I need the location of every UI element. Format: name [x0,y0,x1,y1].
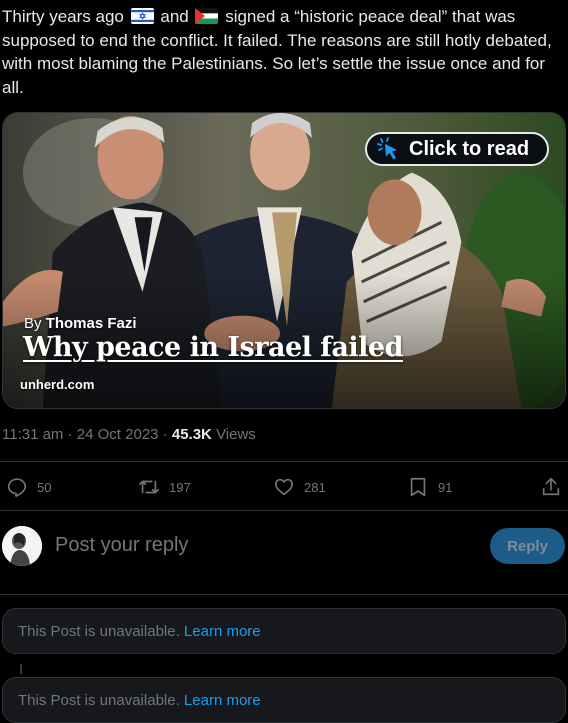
share-icon [542,477,560,496]
link-card[interactable]: Click to read By Thomas Fazi Why peace i… [2,112,566,409]
byline-prefix: By [24,315,42,332]
post-text-part: Thirty years ago [2,7,124,26]
share-action-button[interactable] [540,472,568,502]
post-time[interactable]: 11:31 am [2,426,63,443]
post-text-part: and [160,7,189,26]
click-to-read-label: Click to read [409,137,530,160]
article-byline: By Thomas Fazi [24,315,137,332]
unavailable-post: This Post is unavailable. Learn more [2,677,566,723]
views-count: 45.3K [171,426,212,443]
learn-more-link[interactable]: Learn more [184,623,261,640]
like-action-button[interactable]: 281 [273,472,326,502]
card-domain[interactable]: unherd.com [20,377,94,392]
author-name: Thomas Fazi [45,315,137,332]
avatar[interactable] [2,526,42,566]
repost-action-button[interactable]: 197 [138,472,191,502]
meta-separator: · [67,426,73,443]
israel-flag-icon [130,8,154,24]
reply-action-button[interactable]: 50 [6,472,51,502]
click-to-read-badge[interactable]: Click to read [365,132,549,166]
reply-composer: Post your reply Reply [0,526,568,568]
reply-input[interactable]: Post your reply [55,534,188,557]
article-headline[interactable]: Why peace in Israel failed [23,332,403,363]
reply-count: 50 [37,479,52,495]
palestine-flag-icon [195,8,219,24]
post-date[interactable]: 24 Oct 2023 [77,426,159,443]
reply-button[interactable]: Reply [490,528,565,564]
unavailable-text: This Post is unavailable. [18,692,180,709]
meta-separator: · [162,426,168,443]
bookmark-icon [410,477,426,497]
divider [0,461,568,462]
unavailable-post: This Post is unavailable. Learn more [2,608,566,654]
repost-icon [139,480,159,494]
pointer-click-icon [377,137,397,160]
learn-more-link[interactable]: Learn more [184,692,261,709]
divider [0,510,568,511]
thread-connector [20,664,22,674]
heart-icon [274,478,294,496]
bookmark-action-button[interactable]: 91 [407,472,452,502]
reply-icon [7,478,27,497]
divider [0,594,568,595]
action-bar: 50 197 281 91 [0,472,568,502]
post-text: Thirty years ago and signed a “historic … [2,5,558,99]
repost-count: 197 [169,479,191,495]
post-metadata: 11:31 am · 24 Oct 2023 · 45.3K Views [2,426,256,443]
views-label: Views [216,426,256,443]
unavailable-text: This Post is unavailable. [18,623,180,640]
like-count: 281 [304,479,326,495]
bookmark-count: 91 [438,479,453,495]
